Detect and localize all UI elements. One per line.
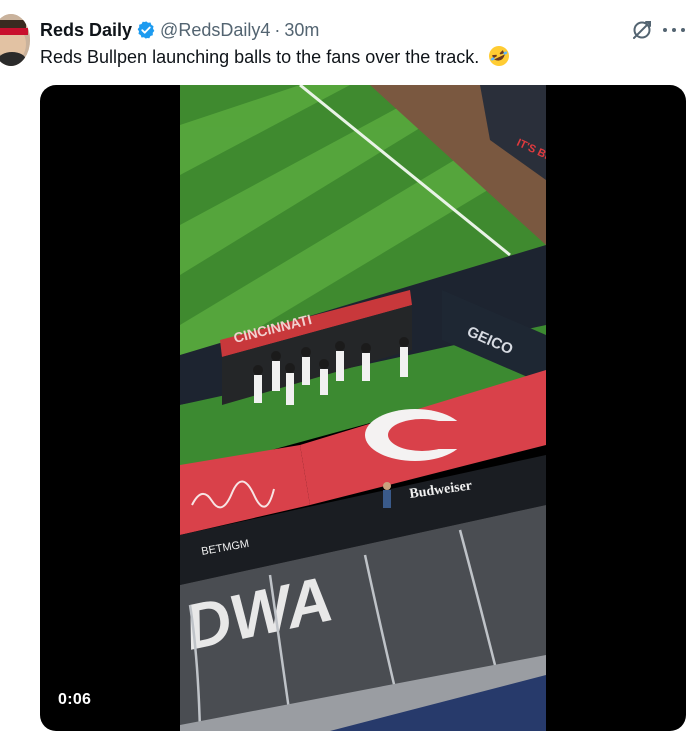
rolling-on-floor-laughing-emoji: [488, 45, 510, 67]
tweet: Reds Daily @RedsDaily4 · 30m Reds Bullpe…: [0, 0, 700, 737]
author-handle[interactable]: @RedsDaily4: [160, 20, 270, 41]
separator-dot: ·: [274, 19, 281, 40]
video-frame[interactable]: IT'S BRI CINCINNATI GEICO Budweiser BETM…: [180, 85, 546, 731]
tweet-text-body: Reds Bullpen launching balls to the fans…: [40, 47, 480, 67]
video-player[interactable]: IT'S BRI CINCINNATI GEICO Budweiser BETM…: [40, 85, 686, 731]
author-avatar[interactable]: [0, 14, 30, 66]
grok-icon[interactable]: [630, 18, 654, 42]
verified-badge-icon[interactable]: [136, 20, 156, 40]
author-name[interactable]: Reds Daily: [40, 20, 132, 41]
tweet-time[interactable]: 30m: [284, 20, 319, 41]
more-icon[interactable]: [663, 20, 685, 40]
tweet-text: Reds Bullpen launching balls to the fans…: [40, 45, 510, 69]
video-timestamp: 0:06: [58, 691, 92, 708]
tweet-header: Reds Daily @RedsDaily4 · 30m: [40, 18, 319, 42]
